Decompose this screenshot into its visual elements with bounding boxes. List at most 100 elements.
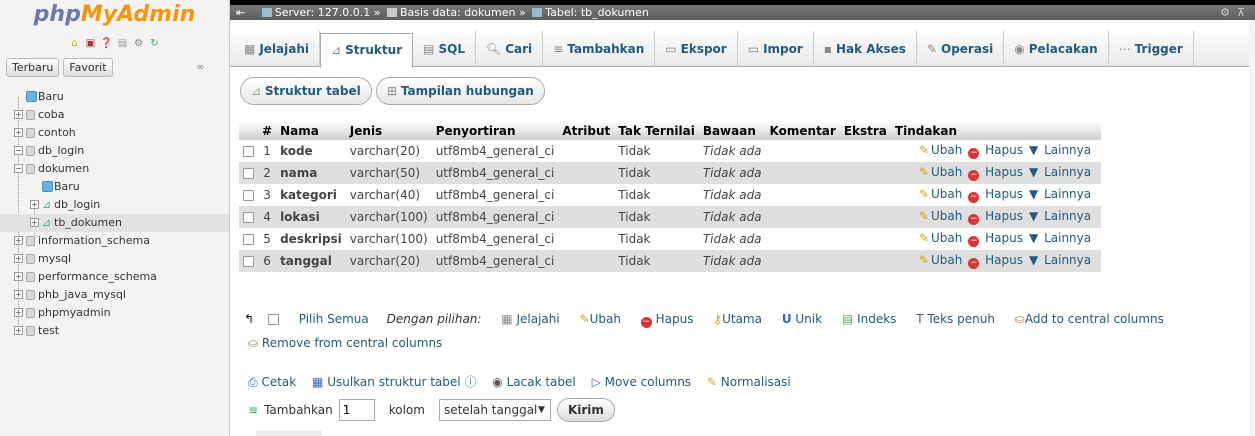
edit-link[interactable]: ✎ Ubah: [919, 209, 962, 223]
track-table-link[interactable]: ◉ Lacak tabel: [492, 375, 575, 389]
collapse-nav-icon[interactable]: ⇤: [236, 5, 245, 20]
breadcrumb-table[interactable]: Tabel: tb_dokumen: [545, 6, 649, 19]
edit-link[interactable]: ✎ Ubah: [919, 231, 962, 245]
tree-item-db-login[interactable]: − db_login: [0, 142, 229, 160]
tree-item-phb-java-mysql[interactable]: + phb_java_mysql: [0, 286, 229, 304]
subtab-table-structure[interactable]: ⊿ Struktur tabel: [240, 77, 372, 105]
expand-icon[interactable]: +: [14, 128, 23, 137]
header-number[interactable]: #: [258, 122, 277, 140]
expand-icon[interactable]: +: [14, 308, 23, 317]
tab-search[interactable]: 🔍︎ Cari: [476, 31, 544, 67]
tab-insert[interactable]: ≡ Tambahkan: [543, 31, 656, 67]
row-checkbox[interactable]: [243, 190, 254, 201]
bulk-index[interactable]: ▤ Indeks: [842, 312, 897, 326]
logout-icon[interactable]: ▣: [85, 37, 97, 49]
table-row[interactable]: 6 tanggal varchar(20) utf8mb4_general_ci Tid…: [239, 250, 1102, 272]
row-checkbox[interactable]: [243, 256, 254, 267]
move-columns-link[interactable]: ▷ Move columns: [592, 375, 691, 389]
tab-operations[interactable]: ✎ Operasi: [917, 31, 1005, 67]
collapse-icon[interactable]: −: [14, 146, 23, 155]
table-row[interactable]: 2 nama varchar(50) utf8mb4_general_ci Tidak T…: [239, 162, 1102, 184]
row-checkbox[interactable]: [243, 234, 254, 245]
home-icon[interactable]: ⌂: [69, 37, 81, 49]
column-count-input[interactable]: [338, 399, 375, 421]
bulk-browse[interactable]: ▦ Jelajahi: [501, 312, 559, 326]
header-extra[interactable]: Ekstra: [839, 122, 891, 140]
check-all-checkbox[interactable]: [267, 314, 279, 325]
docs-icon[interactable]: ▤: [117, 37, 129, 49]
delete-link[interactable]: − Hapus: [968, 209, 1023, 225]
header-comments[interactable]: Komentar: [765, 122, 840, 140]
scrollbar[interactable]: [1249, 20, 1255, 436]
expand-icon[interactable]: +: [30, 200, 39, 209]
tree-item-mysql[interactable]: + mysql: [0, 250, 229, 268]
row-checkbox[interactable]: [243, 212, 254, 223]
settings-icon[interactable]: ⚙: [133, 37, 145, 49]
tab-import[interactable]: ▭ Impor: [738, 31, 814, 67]
help-icon[interactable]: ⓘ: [464, 375, 476, 389]
edit-link[interactable]: ✎ Ubah: [919, 165, 962, 179]
bulk-primary[interactable]: ⚷Utama: [713, 312, 762, 326]
table-row[interactable]: 3 kategori varchar(40) utf8mb4_general_ci Ti…: [239, 184, 1102, 206]
bulk-add-central[interactable]: ⛀Add to central columns: [1015, 312, 1164, 326]
row-checkbox-cell[interactable]: [239, 162, 258, 184]
row-checkbox-cell[interactable]: [239, 140, 258, 162]
more-link[interactable]: ▼ Lainnya: [1029, 143, 1091, 157]
delete-link[interactable]: − Hapus: [968, 187, 1023, 203]
print-link[interactable]: ⎙ Cetak: [248, 375, 296, 389]
normalize-link[interactable]: ✎ Normalisasi: [707, 375, 791, 389]
row-checkbox[interactable]: [243, 168, 254, 179]
row-checkbox-cell[interactable]: [239, 206, 258, 228]
collapse-icon[interactable]: −: [14, 164, 23, 173]
tree-item-coba[interactable]: + coba: [0, 106, 229, 124]
edit-link[interactable]: ✎ Ubah: [919, 187, 962, 201]
header-attributes[interactable]: Atribut: [558, 122, 615, 140]
recent-button[interactable]: Terbaru: [6, 57, 60, 77]
delete-link[interactable]: − Hapus: [968, 231, 1023, 247]
expand-icon[interactable]: +: [30, 218, 39, 227]
tree-item-new[interactable]: Baru: [0, 88, 229, 106]
tab-triggers[interactable]: ⋯ Trigger: [1109, 31, 1194, 67]
bulk-fulltext[interactable]: T Teks penuh: [916, 312, 995, 326]
expand-icon[interactable]: +: [14, 272, 23, 281]
tree-item-tb-dokumen[interactable]: + ⊿ tb_dokumen: [0, 214, 229, 232]
expand-icon[interactable]: +: [14, 290, 23, 299]
more-link[interactable]: ▼ Lainnya: [1029, 253, 1091, 267]
header-null[interactable]: Tak Ternilai: [614, 122, 699, 140]
delete-link[interactable]: − Hapus: [968, 143, 1023, 159]
row-checkbox[interactable]: [243, 146, 254, 157]
table-row[interactable]: 1 kode varchar(20) utf8mb4_general_ci Tidak T…: [239, 140, 1102, 162]
tree-item-information-schema[interactable]: + information_schema: [0, 232, 229, 250]
submit-button[interactable]: Kirim: [556, 398, 615, 422]
tab-structure[interactable]: ⊿ Struktur: [320, 33, 414, 68]
tree-item-test[interactable]: + test: [0, 322, 229, 340]
expand-icon[interactable]: +: [14, 254, 23, 263]
tree-item-dokumen[interactable]: − dokumen: [0, 160, 229, 178]
expand-icon[interactable]: +: [14, 236, 23, 245]
tree-item-performance-schema[interactable]: + performance_schema: [0, 268, 229, 286]
header-name[interactable]: Nama: [276, 122, 346, 140]
tab-browse[interactable]: ▦ Jelajahi: [234, 31, 321, 67]
reload-icon[interactable]: ↻: [149, 37, 161, 49]
bulk-delete[interactable]: − Hapus: [640, 312, 693, 328]
phpmyadmin-logo[interactable]: phpMyAdmin: [0, 0, 229, 32]
tab-tracking[interactable]: ◉ Pelacakan: [1004, 31, 1109, 67]
delete-link[interactable]: − Hapus: [968, 253, 1023, 269]
table-row[interactable]: 4 lokasi varchar(100) utf8mb4_general_ci Tid…: [239, 206, 1102, 228]
header-collation[interactable]: Penyortiran: [431, 122, 559, 140]
bulk-unique[interactable]: U Unik: [782, 312, 822, 326]
more-link[interactable]: ▼ Lainnya: [1029, 187, 1091, 201]
expand-icon[interactable]: +: [14, 110, 23, 119]
breadcrumb-server[interactable]: Server: 127.0.0.1: [275, 6, 371, 19]
propose-structure-link[interactable]: ▦ Usulkan struktur tabel ⓘ: [312, 375, 476, 389]
header-default[interactable]: Bawaan: [698, 122, 766, 140]
help-icon[interactable]: ❓: [100, 37, 112, 49]
position-select[interactable]: setelah tanggal ▼: [438, 399, 551, 421]
delete-link[interactable]: − Hapus: [968, 165, 1023, 181]
link-icon[interactable]: ∞: [196, 62, 204, 73]
table-row[interactable]: 5 deskripsi varchar(100) utf8mb4_general_ci…: [239, 228, 1102, 250]
bulk-edit[interactable]: ✎Ubah: [580, 312, 621, 326]
more-link[interactable]: ▼ Lainnya: [1029, 209, 1091, 223]
favorite-button[interactable]: Favorit: [63, 57, 113, 77]
more-link[interactable]: ▼ Lainnya: [1029, 165, 1091, 179]
